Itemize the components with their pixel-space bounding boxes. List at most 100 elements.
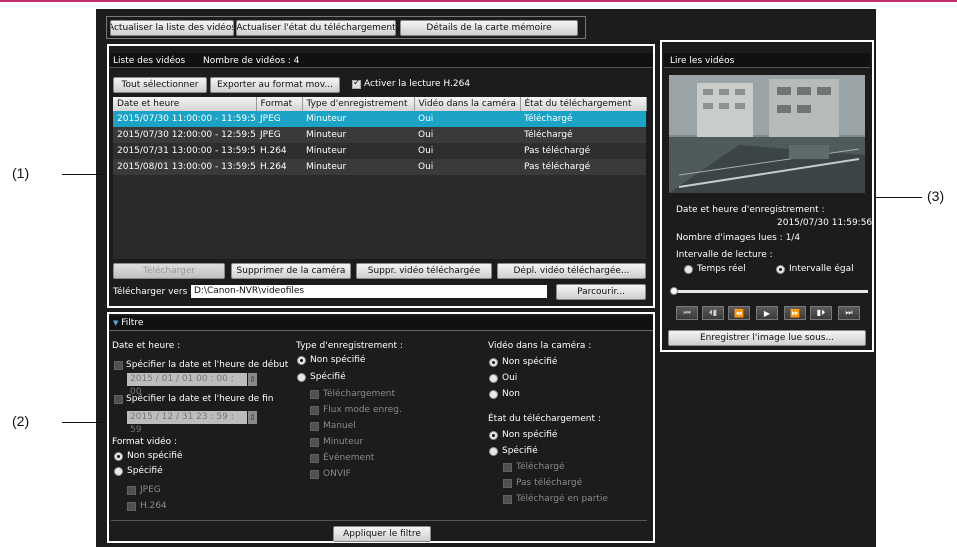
play-icon[interactable]: ▶ [756,306,778,320]
rec-option-label: Manuel [323,421,356,431]
play-interval-label: Intervalle de lecture : [676,250,773,260]
dl-unspecified-radio[interactable] [489,431,498,440]
rec-specified-radio[interactable] [297,373,306,382]
table-cell: Minuteur [302,159,414,175]
first-frame-icon[interactable]: ⏮ [676,306,698,320]
dl-option-checkbox[interactable] [503,479,512,488]
format-unspecified-label: Non spécifié [127,451,183,461]
step-back-icon[interactable]: ⏴︎▮ [702,306,724,320]
table-cell: JPEG [256,111,302,127]
format-h264-checkbox[interactable] [127,502,136,511]
callout-2-line [62,422,108,423]
table-row[interactable]: 2015/07/30 12:00:00 - 12:59:59 JPEG Minu… [113,127,646,143]
realtime-radio[interactable] [684,265,693,274]
download-button[interactable]: Télécharger [113,263,225,279]
callout-3: (3) [927,188,945,204]
column-header[interactable]: Type d'enregistrement [302,97,415,111]
enable-h264-checkbox[interactable] [352,78,361,89]
start-datetime-checkbox[interactable] [114,361,123,370]
refresh-list-button[interactable]: Actualiser la liste des vidéos [110,20,234,36]
end-datetime-checkbox[interactable] [114,395,123,404]
table-row[interactable]: 2015/08/01 13:00:00 - 13:59:59 H.264 Min… [113,159,646,175]
rec-option-checkbox[interactable] [310,406,319,415]
rewind-icon[interactable]: ⏪ [728,306,750,320]
rec-option-label: Minuteur [323,437,364,447]
export-mov-button[interactable]: Exporter au format mov... [210,77,340,93]
playback-slider-handle[interactable] [670,287,678,295]
table-cell: Téléchargé [520,111,646,127]
in-camera-no-radio[interactable] [489,390,498,399]
enable-h264-label: Activer la lecture H.264 [364,79,471,89]
dl-option-checkbox[interactable] [503,495,512,504]
download-status-label: État du téléchargement : [488,414,601,424]
table-cell: JPEG [256,127,302,143]
rec-option-checkbox[interactable] [310,454,319,463]
rec-unspecified-radio[interactable] [297,356,306,365]
format-jpeg-checkbox[interactable] [127,486,136,495]
start-datetime-spinner[interactable]: ⇕ [248,373,257,386]
rec-option-label: Flux mode enreg. [323,405,402,415]
dl-option-label: Téléchargé [516,462,565,472]
rec-option-checkbox[interactable] [310,470,319,479]
rec-type-label: Type d'enregistrement : [296,341,403,351]
filter-header[interactable]: ▼ Filtre [109,316,653,331]
delete-from-camera-button[interactable]: Supprimer de la caméra [231,263,351,279]
rec-option-label: Téléchargement [323,389,396,399]
column-header[interactable]: Format [256,97,303,111]
end-datetime-spinner[interactable]: ⇕ [248,411,257,424]
table-cell: Oui [414,143,520,159]
format-specified-radio[interactable] [114,467,123,476]
table-cell: Oui [414,127,520,143]
table-cell: Oui [414,111,520,127]
rec-datetime-value: 2015/07/30 11:59:56 [777,218,873,228]
end-datetime-label: Spécifier la date et l'heure de fin [126,394,274,404]
column-header[interactable]: Vidéo dans la caméra [414,97,521,111]
format-h264-label: H.264 [140,501,167,511]
table-row[interactable]: 2015/07/30 11:00:00 - 11:59:59 JPEG Minu… [113,111,646,127]
video-format-label: Format vidéo : [112,437,178,447]
select-all-button[interactable]: Tout sélectionner [113,77,207,93]
collapse-triangle-icon[interactable]: ▼ [113,319,118,327]
start-datetime-field[interactable]: 2015 / 01 / 01 00 : 00 : 00 [127,373,247,397]
apply-filter-button[interactable]: Appliquer le filtre [333,526,431,542]
table-row[interactable]: 2015/07/31 13:00:00 - 13:59:59 H.264 Min… [113,143,646,159]
end-datetime-field[interactable]: 2015 / 12 / 31 23 : 59 : 59 [127,411,247,435]
table-cell: Minuteur [302,111,414,127]
dl-unspecified-label: Non spécifié [502,430,558,440]
fast-forward-icon[interactable]: ⏩ [784,306,806,320]
format-unspecified-radio[interactable] [114,452,123,461]
table-cell: H.264 [256,143,302,159]
dl-option-label: Pas téléchargé [516,478,583,488]
equal-interval-label: Intervalle égal [789,264,854,274]
column-header[interactable]: État du téléchargement [520,97,647,111]
rec-option-checkbox[interactable] [310,422,319,431]
rec-option-checkbox[interactable] [310,390,319,399]
callout-1: (1) [12,165,30,181]
filter-title: Filtre [121,318,144,328]
video-table: Date et heure Format Type d'enregistreme… [113,97,647,175]
move-downloaded-button[interactable]: Dépl. vidéo téléchargée... [497,263,646,279]
rec-option-checkbox[interactable] [310,438,319,447]
in-camera-yes-radio[interactable] [489,374,498,383]
in-camera-label: Vidéo dans la caméra : [488,341,592,351]
in-camera-unspecified-radio[interactable] [489,358,498,367]
save-image-button[interactable]: Enregistrer l'image lue sous... [668,330,866,346]
dl-option-checkbox[interactable] [503,463,512,472]
step-forward-icon[interactable]: ▮⏵︎ [810,306,832,320]
equal-interval-radio[interactable] [776,265,785,274]
in-camera-no-label: Non [502,389,520,399]
card-details-button[interactable]: Détails de la carte mémoire [400,20,578,36]
rec-unspecified-label: Non spécifié [310,355,366,365]
frames-read-label: Nombre d'images lues : 1/4 [676,233,801,243]
rec-specified-label: Spécifié [310,372,346,382]
download-to-label: Télécharger vers : [113,287,194,297]
last-frame-icon[interactable]: ⏭ [838,306,860,320]
column-header[interactable]: Date et heure [113,97,257,111]
refresh-status-button[interactable]: Actualiser l'état du téléchargement [236,20,396,36]
table-cell: Minuteur [302,127,414,143]
download-path-field[interactable]: D:\Canon-NVR\videofiles [191,285,547,298]
playback-slider-track[interactable] [672,290,868,293]
dl-specified-radio[interactable] [489,447,498,456]
browse-button[interactable]: Parcourir... [556,284,646,300]
delete-downloaded-button[interactable]: Suppr. vidéo téléchargée [356,263,492,279]
